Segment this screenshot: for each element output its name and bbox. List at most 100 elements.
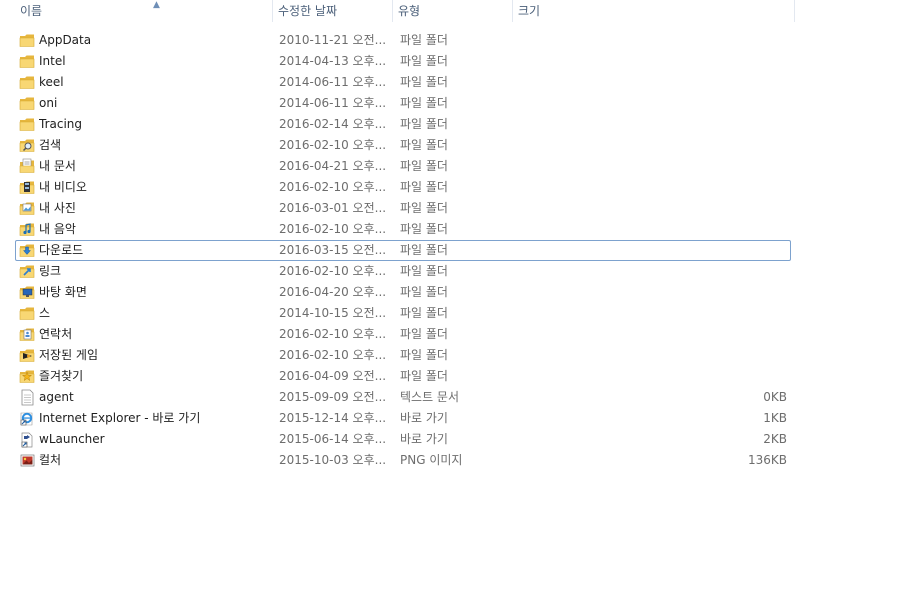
file-date-modified: 2016-02-10 오후...: [279, 264, 387, 278]
file-name: wLauncher: [39, 432, 105, 446]
file-row[interactable]: 검색 2016-02-10 오후... 파일 폴더: [15, 135, 791, 156]
file-size: [516, 178, 787, 197]
file-row[interactable]: 바탕 화면 2016-04-20 오후... 파일 폴더: [15, 282, 791, 303]
folder-icon: [19, 32, 36, 49]
file-name: 링크: [39, 264, 62, 278]
file-type: 파일 폴더: [400, 222, 448, 236]
file-name: AppData: [39, 33, 92, 47]
file-row[interactable]: 다운로드 2016-03-15 오전... 파일 폴더: [15, 240, 791, 261]
file-size: [516, 367, 787, 386]
file-size: [516, 220, 787, 239]
file-date-modified: 2015-09-09 오전...: [279, 390, 387, 404]
file-size: [516, 136, 787, 155]
file-type: 파일 폴더: [400, 327, 448, 341]
file-row[interactable]: keel 2014-06-11 오후... 파일 폴더: [15, 72, 791, 93]
folder-icon: [19, 305, 36, 322]
file-size: [516, 241, 787, 260]
file-size: [516, 346, 787, 365]
file-row[interactable]: 내 비디오 2016-02-10 오후... 파일 폴더: [15, 177, 791, 198]
file-size: 2KB: [763, 432, 787, 446]
search-folder-icon: [19, 137, 36, 154]
file-name: 내 비디오: [39, 180, 87, 194]
file-date-modified: 2014-06-11 오후...: [279, 75, 387, 89]
file-row[interactable]: 내 사진 2016-03-01 오전... 파일 폴더: [15, 198, 791, 219]
file-size: [516, 73, 787, 92]
file-row[interactable]: 컬처 2015-10-03 오후... PNG 이미지 136KB: [15, 450, 791, 471]
file-type: 파일 폴더: [400, 264, 448, 278]
file-date-modified: 2016-02-10 오후...: [279, 180, 387, 194]
file-name: 즐겨찾기: [39, 369, 84, 383]
file-date-modified: 2010-11-21 오전...: [279, 33, 387, 47]
downloads-folder-icon: [19, 242, 36, 259]
file-name: keel: [39, 75, 64, 89]
column-header-size[interactable]: 크기: [513, 0, 795, 22]
file-row[interactable]: agent 2015-09-09 오전... 텍스트 문서 0KB: [15, 387, 791, 408]
file-size: [516, 157, 787, 176]
saved-games-folder-icon: [19, 347, 36, 364]
file-size: [516, 199, 787, 218]
favorites-folder-icon: [19, 368, 36, 385]
file-type: 파일 폴더: [400, 180, 448, 194]
internet-explorer-shortcut-icon: [19, 410, 36, 427]
file-row[interactable]: Tracing 2016-02-14 오후... 파일 폴더: [15, 114, 791, 135]
file-row[interactable]: 내 음악 2016-02-10 오후... 파일 폴더: [15, 219, 791, 240]
shortcut-icon: [19, 431, 36, 448]
file-type: 파일 폴더: [400, 243, 448, 257]
file-row[interactable]: 내 문서 2016-04-21 오후... 파일 폴더: [15, 156, 791, 177]
file-row[interactable]: 저장된 게임 2016-02-10 오후... 파일 폴더: [15, 345, 791, 366]
file-date-modified: 2016-02-14 오후...: [279, 117, 387, 131]
file-size: [516, 94, 787, 113]
file-date-modified: 2016-04-20 오후...: [279, 285, 387, 299]
file-type: 파일 폴더: [400, 348, 448, 362]
file-size: [516, 52, 787, 71]
music-folder-icon: [19, 221, 36, 238]
file-row[interactable]: 링크 2016-02-10 오후... 파일 폴더: [15, 261, 791, 282]
file-row[interactable]: 연락처 2016-02-10 오후... 파일 폴더: [15, 324, 791, 345]
videos-folder-icon: [19, 179, 36, 196]
file-date-modified: 2014-06-11 오후...: [279, 96, 387, 110]
text-document-icon: [19, 389, 36, 406]
file-size: [516, 304, 787, 323]
column-header-name[interactable]: 이름 ▲: [15, 0, 273, 22]
file-row[interactable]: Internet Explorer - 바로 가기 2015-12-14 오후..…: [15, 408, 791, 429]
file-size: [516, 115, 787, 134]
file-name: 검색: [39, 138, 62, 152]
file-size: [516, 325, 787, 344]
file-name: Internet Explorer - 바로 가기: [39, 411, 201, 425]
file-type: 파일 폴더: [400, 306, 448, 320]
file-name: 바탕 화면: [39, 285, 87, 299]
file-type: 파일 폴더: [400, 285, 448, 299]
folder-icon: [19, 116, 36, 133]
file-row[interactable]: 즐겨찾기 2016-04-09 오전... 파일 폴더: [15, 366, 791, 387]
file-date-modified: 2016-02-10 오후...: [279, 348, 387, 362]
file-type: 파일 폴더: [400, 96, 448, 110]
file-row[interactable]: AppData 2010-11-21 오전... 파일 폴더: [15, 30, 791, 51]
file-size: 0KB: [763, 390, 787, 404]
file-date-modified: 2016-03-01 오전...: [279, 201, 387, 215]
file-row[interactable]: 스 2014-10-15 오전... 파일 폴더: [15, 303, 791, 324]
file-date-modified: 2016-04-09 오전...: [279, 369, 387, 383]
file-row[interactable]: wLauncher 2015-06-14 오후... 바로 가기 2KB: [15, 429, 791, 450]
file-date-modified: 2014-04-13 오후...: [279, 54, 387, 68]
folder-icon: [19, 74, 36, 91]
file-name: 연락처: [39, 327, 73, 341]
links-folder-icon: [19, 263, 36, 280]
file-name: agent: [39, 390, 74, 404]
column-header-name-label: 이름: [20, 4, 43, 18]
file-type: 파일 폴더: [400, 138, 448, 152]
file-date-modified: 2015-12-14 오후...: [279, 411, 387, 425]
file-name: 내 문서: [39, 159, 76, 173]
file-type: 텍스트 문서: [400, 390, 460, 404]
file-date-modified: 2016-02-10 오후...: [279, 138, 387, 152]
column-header-date[interactable]: 수정한 날짜: [273, 0, 393, 22]
file-type: PNG 이미지: [400, 453, 463, 467]
file-row[interactable]: oni 2014-06-11 오후... 파일 폴더: [15, 93, 791, 114]
column-header-type[interactable]: 유형: [393, 0, 513, 22]
file-size: [516, 31, 787, 50]
file-row[interactable]: Intel 2014-04-13 오후... 파일 폴더: [15, 51, 791, 72]
file-name: 스: [39, 306, 51, 320]
file-date-modified: 2016-03-15 오전...: [279, 243, 387, 257]
column-header-size-label: 크기: [518, 4, 541, 18]
file-name: 내 음악: [39, 222, 76, 236]
folder-icon: [19, 53, 36, 70]
